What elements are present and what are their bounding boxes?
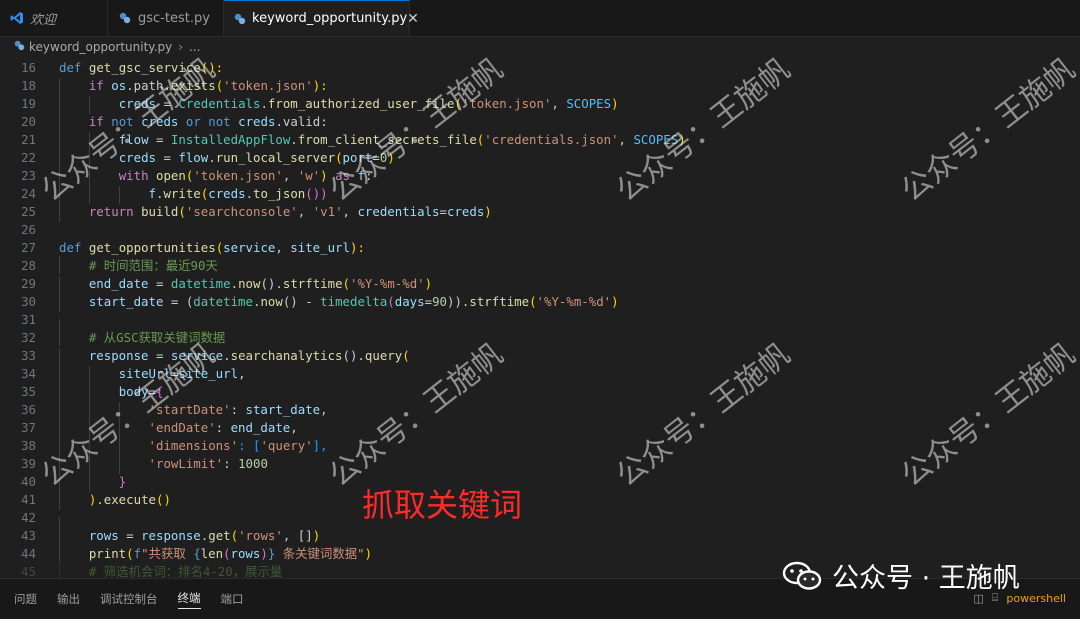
- code-line: 38 'dimensions': ['query'],: [0, 436, 1080, 456]
- code-line: 25 return build('searchconsole', 'v1', c…: [0, 202, 1080, 222]
- tab-welcome[interactable]: 欢迎: [0, 0, 108, 36]
- code-editor[interactable]: 16 def get_gsc_service(): 18 if os.path.…: [0, 58, 1080, 580]
- panel-tab-problems[interactable]: 问题: [14, 591, 37, 607]
- vscode-icon: [10, 11, 24, 25]
- code-line: 33 response = service.searchanalytics().…: [0, 346, 1080, 366]
- panel-tab-output[interactable]: 输出: [57, 591, 80, 607]
- code-line: 21 flow = InstalledAppFlow.from_client_s…: [0, 130, 1080, 150]
- code-line: 28 # 时间范围：最近90天: [21, 256, 218, 274]
- code-line: 36 'startDate': start_date,: [0, 400, 1080, 420]
- breadcrumb-file[interactable]: keyword_opportunity.py: [29, 40, 172, 54]
- badge-text: 公众号 · 王施帆: [832, 563, 1020, 594]
- tab-label: 欢迎: [30, 12, 57, 28]
- code-line: 31: [0, 310, 1080, 337]
- code-line: 42: [0, 508, 1080, 535]
- python-file-icon: [234, 12, 246, 26]
- code-line: 34 siteUrl=site_url,: [0, 364, 1080, 384]
- overlay-annotation: 抓取关键词: [362, 486, 523, 524]
- code-line: 30 start_date = (datetime.now() - timede…: [0, 292, 1080, 312]
- code-line: 20 if not creds or not creds.valid:: [0, 112, 1080, 132]
- breadcrumb: keyword_opportunity.py › ...: [0, 36, 1080, 58]
- code-line: 32 # 从GSC获取关键词数据: [21, 328, 226, 346]
- tab-label: gsc-test.py: [138, 10, 210, 26]
- wechat-icon: [782, 561, 822, 590]
- code-line: 29 end_date = datetime.now().strftime('%…: [0, 274, 1080, 294]
- panel-tab-terminal[interactable]: 终端: [177, 590, 201, 609]
- code-line: 16 def get_gsc_service():: [0, 58, 1080, 76]
- line-number: 16: [21, 59, 36, 75]
- tab-gsc-test[interactable]: gsc-test.py: [108, 0, 224, 36]
- python-file-icon: [118, 11, 132, 25]
- panel-tab-debug-console[interactable]: 调试控制台: [100, 591, 158, 607]
- code-line: 35 body={: [0, 382, 1080, 402]
- python-file-icon: [14, 40, 25, 54]
- code-line: 40 }: [0, 472, 1080, 492]
- code-line: 27 def get_opportunities(service, site_u…: [21, 239, 365, 255]
- close-icon[interactable]: ✕: [407, 11, 419, 27]
- chevron-right-icon: ›: [178, 40, 184, 54]
- tab-keyword-opportunity[interactable]: keyword_opportunity.py ✕: [224, 0, 419, 36]
- code-line: 23 with open('token.json', 'w') as f:: [0, 166, 1080, 186]
- tab-label: keyword_opportunity.py: [252, 11, 408, 26]
- code-line: 37 'endDate': end_date,: [0, 418, 1080, 438]
- wechat-badge: 公众号 · 王施帆: [782, 556, 1020, 595]
- breadcrumb-more[interactable]: ...: [189, 40, 200, 54]
- code-line: 26: [21, 221, 36, 237]
- code-line: 18 if os.path.exists('token.json'):: [0, 76, 1080, 96]
- code-line: 19 creds = Credentials.from_authorized_u…: [0, 94, 1080, 114]
- code-line: 41 ).execute(): [0, 490, 1080, 510]
- code-line: 39 'rowLimit': 1000: [0, 454, 1080, 474]
- code-line: 22 creds = flow.run_local_server(port=0): [0, 148, 1080, 168]
- editor-tab-bar: 欢迎 gsc-test.py keyword_opportunity.py ✕: [0, 0, 1080, 37]
- code-line: 24 f.write(creds.to_json()): [0, 184, 1080, 204]
- panel-tab-ports[interactable]: 端口: [221, 591, 244, 607]
- code-line: 43 rows = response.get('rows', []): [0, 526, 1080, 546]
